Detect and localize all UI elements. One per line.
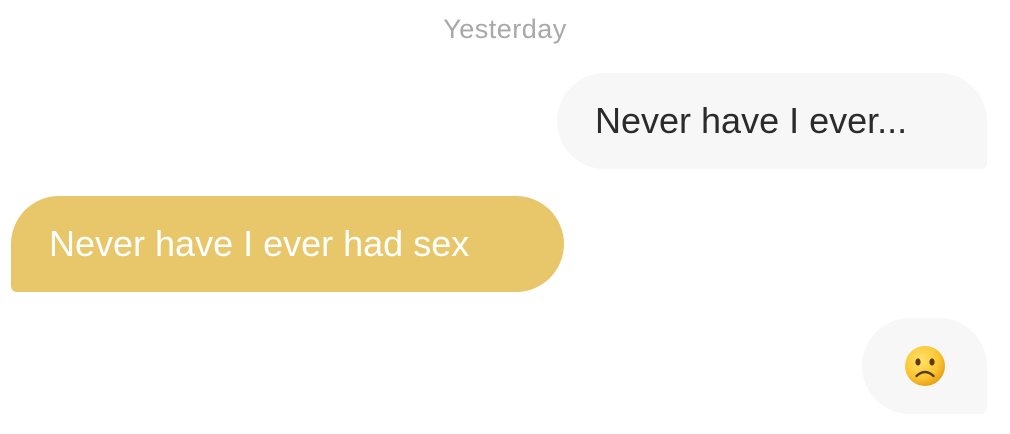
message-text: Never have I ever... xyxy=(595,100,908,141)
date-divider: Yesterday xyxy=(443,14,567,44)
frowning-face-icon xyxy=(903,344,947,388)
incoming-message-bubble[interactable]: Never have I ever had sex xyxy=(11,196,564,292)
message-text: Never have I ever had sex xyxy=(49,223,470,264)
outgoing-emoji-bubble[interactable] xyxy=(862,318,987,414)
outgoing-message-bubble[interactable]: Never have I ever... xyxy=(557,73,987,169)
